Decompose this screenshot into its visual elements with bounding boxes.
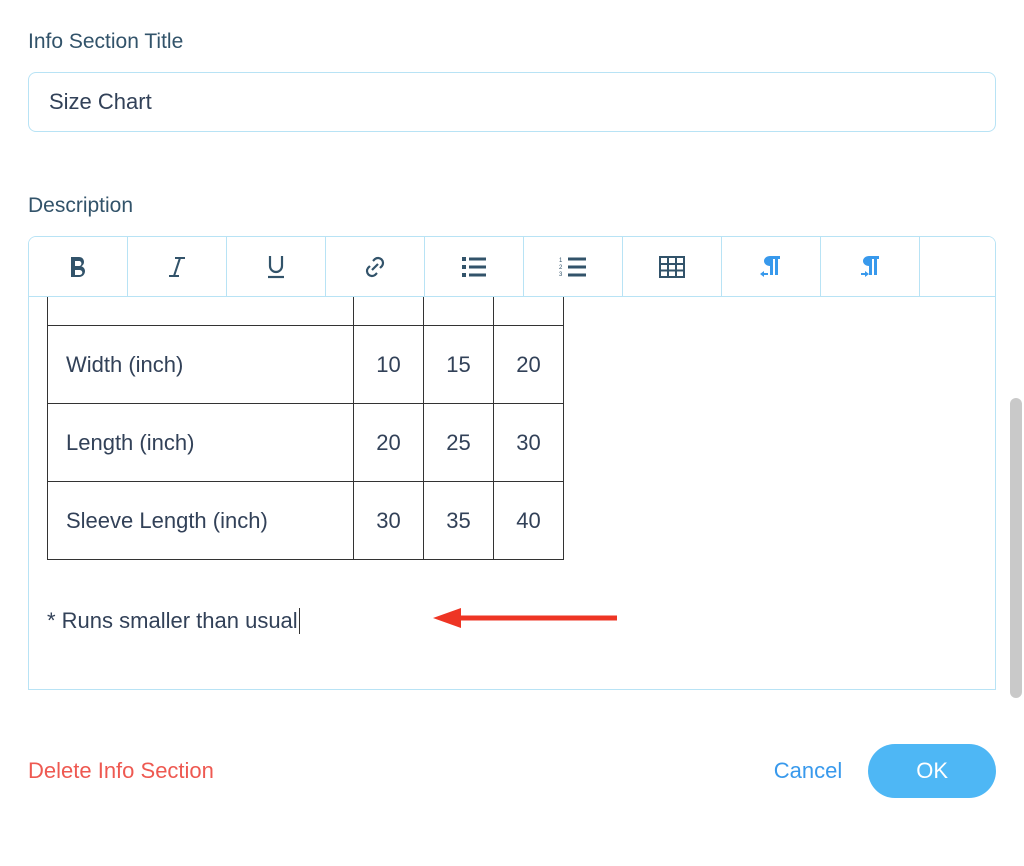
cancel-button[interactable]: Cancel xyxy=(774,758,842,784)
title-field-label: Info Section Title xyxy=(28,30,996,54)
table-cell: 35 xyxy=(424,482,494,560)
table-row: Width (inch) 10 15 20 xyxy=(48,326,564,404)
ltr-button[interactable] xyxy=(722,237,821,297)
link-button[interactable] xyxy=(326,237,425,297)
editor-content-area[interactable]: Width (inch) 10 15 20 Length (inch) 20 2… xyxy=(29,297,995,689)
row-label: Length (inch) xyxy=(48,404,354,482)
ok-button[interactable]: OK xyxy=(868,744,996,798)
numbered-list-icon: 123 xyxy=(559,256,587,278)
italic-button[interactable] xyxy=(128,237,227,297)
rich-text-editor: 123 xyxy=(28,236,996,690)
annotation-arrow xyxy=(431,606,621,636)
scrollbar-thumb[interactable] xyxy=(1010,398,1022,698)
svg-text:3: 3 xyxy=(559,272,563,278)
table-row: Length (inch) 20 25 30 xyxy=(48,404,564,482)
editor-note-line: * Runs smaller than usual xyxy=(47,608,977,634)
table-row: Sleeve Length (inch) 30 35 40 xyxy=(48,482,564,560)
link-icon xyxy=(361,253,389,281)
italic-icon xyxy=(167,255,187,279)
table-cell: 20 xyxy=(494,326,564,404)
bold-icon xyxy=(67,255,89,279)
table-cell: 15 xyxy=(424,326,494,404)
bullet-list-button[interactable] xyxy=(425,237,524,297)
bullet-list-icon xyxy=(461,256,487,278)
table-cell: 10 xyxy=(354,326,424,404)
table-cell: 30 xyxy=(354,482,424,560)
bold-button[interactable] xyxy=(29,237,128,297)
row-label: Sleeve Length (inch) xyxy=(48,482,354,560)
editor-toolbar: 123 xyxy=(29,237,995,297)
svg-text:2: 2 xyxy=(559,265,563,271)
underline-icon xyxy=(265,254,287,280)
table-cell: 20 xyxy=(354,404,424,482)
ltr-icon xyxy=(758,254,784,280)
row-label: Width (inch) xyxy=(48,326,354,404)
toolbar-spacer xyxy=(920,237,995,297)
text-caret xyxy=(299,608,300,634)
table-cell: 30 xyxy=(494,404,564,482)
size-chart-table: Width (inch) 10 15 20 Length (inch) 20 2… xyxy=(47,297,564,560)
svg-text:1: 1 xyxy=(559,258,563,264)
table-icon xyxy=(659,256,685,278)
description-field-label: Description xyxy=(28,194,996,218)
table-header-row xyxy=(48,297,564,326)
delete-section-link[interactable]: Delete Info Section xyxy=(28,758,214,784)
table-cell: 25 xyxy=(424,404,494,482)
underline-button[interactable] xyxy=(227,237,326,297)
title-input[interactable] xyxy=(28,72,996,132)
numbered-list-button[interactable]: 123 xyxy=(524,237,623,297)
rtl-icon xyxy=(857,254,883,280)
insert-table-button[interactable] xyxy=(623,237,722,297)
table-cell: 40 xyxy=(494,482,564,560)
rtl-button[interactable] xyxy=(821,237,920,297)
note-text: * Runs smaller than usual xyxy=(47,608,298,634)
